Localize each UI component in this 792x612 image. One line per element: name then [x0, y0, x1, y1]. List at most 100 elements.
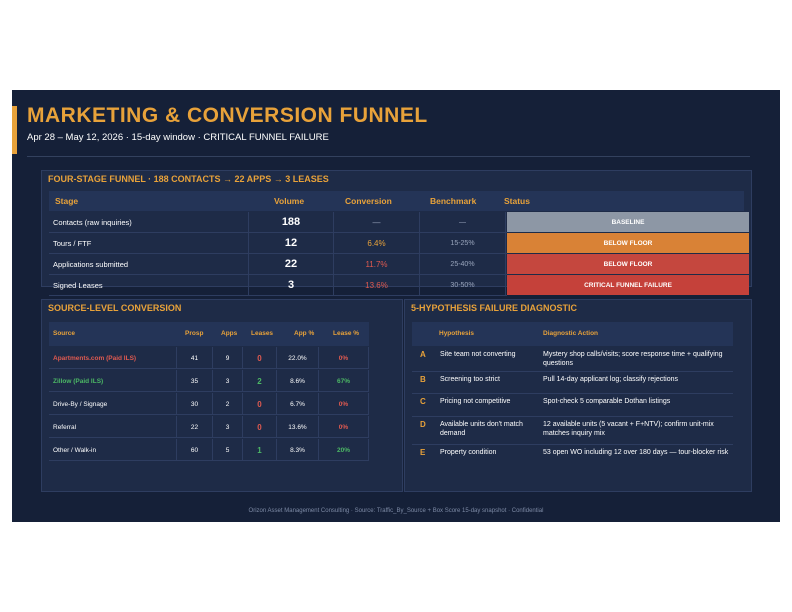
funnel-stage: Tours / FTF: [49, 233, 249, 253]
cell-app-pct: 22.0%: [277, 347, 319, 369]
col-prosp: Prosp: [185, 330, 204, 337]
cell-leases: 0: [243, 393, 277, 415]
cell-apps: 9: [213, 347, 243, 369]
cell-apps: 5: [213, 439, 243, 461]
header-divider: [27, 156, 750, 157]
col-lease-pct: Lease %: [333, 330, 360, 337]
list-item: E Property condition 53 open WO including …: [412, 446, 733, 468]
diagnostic-heading: 5-HYPOTHESIS FAILURE DIAGNOSTIC: [411, 303, 578, 313]
cell-source: Apartments.com (Paid ILS): [49, 347, 177, 369]
cell-lease-pct: 67%: [319, 370, 369, 392]
cell-prosp: 60: [177, 439, 213, 461]
funnel-row: Contacts (raw inquiries) 188— — BASELINE: [49, 212, 749, 233]
table-row: Referral 22 3 0 13.6% 0%: [49, 416, 369, 438]
row-divider: [412, 371, 733, 372]
row-divider: [412, 416, 733, 417]
status-badge: BELOW FLOOR: [507, 254, 749, 274]
hypothesis-letter: B: [420, 375, 426, 384]
diagnostic-action: Spot-check 5 comparable Dothan listings: [543, 398, 671, 405]
hypothesis-letter: A: [420, 350, 426, 359]
diagnostic-action: 12 available units (5 vacant + F+NTV); c…: [543, 421, 714, 437]
funnel-heading: FOUR-STAGE FUNNEL · 188 CONTACTS → 22 AP…: [48, 174, 329, 184]
funnel-row: Tours / FTF 12 6.4% 15-25% BELOW FLOOR: [49, 233, 749, 254]
hypothesis-text: Available units don't match demand: [440, 421, 523, 437]
cell-app-pct: 8.3%: [277, 439, 319, 461]
funnel-stage: Signed Leases: [49, 275, 249, 295]
funnel-row: Applications submitted 22 11.7% 25-40% BELOW…: [49, 254, 749, 275]
table-row: Other / Walk-in 60 5 1 8.3% 20%: [49, 439, 369, 461]
page-subtitle: Apr 28 – May 12, 2026 · 15-day window · …: [27, 132, 329, 143]
cell-prosp: 35: [177, 370, 213, 392]
row-divider: [49, 391, 369, 392]
source-table-header: Source Prosp Apps Leases App % Lease %: [49, 322, 369, 346]
funnel-volume: 188: [249, 212, 334, 232]
funnel-conversion: 13.6%: [334, 275, 420, 295]
table-row: Zillow (Paid ILS) 35 3 2 8.6% 67%: [49, 370, 369, 392]
cell-lease-pct: 0%: [319, 416, 369, 438]
cell-prosp: 41: [177, 347, 213, 369]
status-badge: BELOW FLOOR: [507, 233, 749, 253]
funnel-stage: Applications submitted: [49, 254, 249, 274]
hypothesis-letter: D: [420, 420, 426, 429]
cell-app-pct: 6.7%: [277, 393, 319, 415]
footer: Orizon Asset Management Consulting · Sou…: [248, 508, 544, 514]
list-item: B Screening too strict Pull 14-day applica…: [412, 373, 733, 395]
row-divider: [49, 414, 369, 415]
funnel-volume: 12: [249, 233, 334, 253]
hypothesis-letter: C: [420, 397, 426, 406]
cell-source: Zillow (Paid ILS): [49, 370, 177, 392]
status-badge: BASELINE: [507, 212, 749, 232]
funnel-row: Signed Leases 3 13.6% 30-50% CRITICAL FUNNEL…: [49, 275, 749, 296]
cell-apps: 3: [213, 370, 243, 392]
diagnostic-action: Pull 14-day applicant log; classify reje…: [543, 376, 679, 383]
cell-apps: 2: [213, 393, 243, 415]
cell-source: Other / Walk-in: [49, 439, 177, 461]
funnel-conversion: 11.7%: [334, 254, 420, 274]
list-item: A Site team not converting Mystery shop ca…: [412, 348, 733, 370]
list-item: C Pricing not competitive Spot-check 5 com…: [412, 395, 733, 417]
table-row: Drive-By / Signage 30 2 0 6.7% 0%: [49, 393, 369, 415]
hypothesis-text: Property condition: [440, 449, 497, 456]
col-stage: Stage: [55, 196, 79, 206]
diagnostic-table-header: Hypothesis Diagnostic Action: [412, 322, 733, 346]
cell-leases: 0: [243, 347, 277, 369]
funnel-table-header: Stage Volume Conversion Benchmark Status: [49, 191, 744, 211]
source-panel: SOURCE-LEVEL CONVERSION Source Prosp App…: [41, 299, 403, 492]
row-divider: [49, 437, 369, 438]
cell-source: Referral: [49, 416, 177, 438]
funnel-benchmark: 15-25%: [420, 233, 506, 253]
cell-app-pct: 13.6%: [277, 416, 319, 438]
row-divider: [49, 295, 507, 296]
cell-leases: 1: [243, 439, 277, 461]
funnel-conversion: 6.4%: [334, 233, 420, 253]
col-source: Source: [53, 330, 76, 337]
cell-apps: 3: [213, 416, 243, 438]
row-divider: [49, 460, 369, 461]
cell-prosp: 22: [177, 416, 213, 438]
row-divider: [412, 444, 733, 445]
title-accent-bar: [12, 106, 17, 154]
funnel-panel: FOUR-STAGE FUNNEL · 188 CONTACTS → 22 AP…: [41, 170, 752, 296]
funnel-benchmark: 25-40%: [420, 254, 506, 274]
cell-prosp: 30: [177, 393, 213, 415]
funnel-benchmark: 30-50%: [420, 275, 506, 295]
funnel-volume: 3: [249, 275, 334, 295]
row-divider: [412, 393, 733, 394]
diagnostic-action: Mystery shop calls/visits; score respons…: [543, 351, 723, 367]
col-diagnostic-action: Diagnostic Action: [543, 330, 599, 337]
cell-lease-pct: 0%: [319, 393, 369, 415]
cell-lease-pct: 20%: [319, 439, 369, 461]
cell-lease-pct: 0%: [319, 347, 369, 369]
row-divider: [49, 368, 369, 369]
col-apps: Apps: [221, 330, 238, 337]
col-volume: Volume: [274, 196, 305, 206]
list-item: D Available units don't match demand 12 av…: [412, 418, 733, 440]
col-app-pct: App %: [294, 330, 315, 337]
source-heading: SOURCE-LEVEL CONVERSION: [48, 303, 182, 313]
table-row: Apartments.com (Paid ILS) 41 9 0 22.0% 0%: [49, 347, 369, 369]
hypothesis-text: Site team not converting: [440, 351, 516, 358]
slide: MARKETING & CONVERSION FUNNEL Apr 28 – M…: [12, 90, 780, 522]
hypothesis-text: Pricing not competitive: [440, 398, 511, 405]
funnel-benchmark: —: [420, 212, 506, 232]
hypothesis-text: Screening too strict: [440, 376, 500, 383]
